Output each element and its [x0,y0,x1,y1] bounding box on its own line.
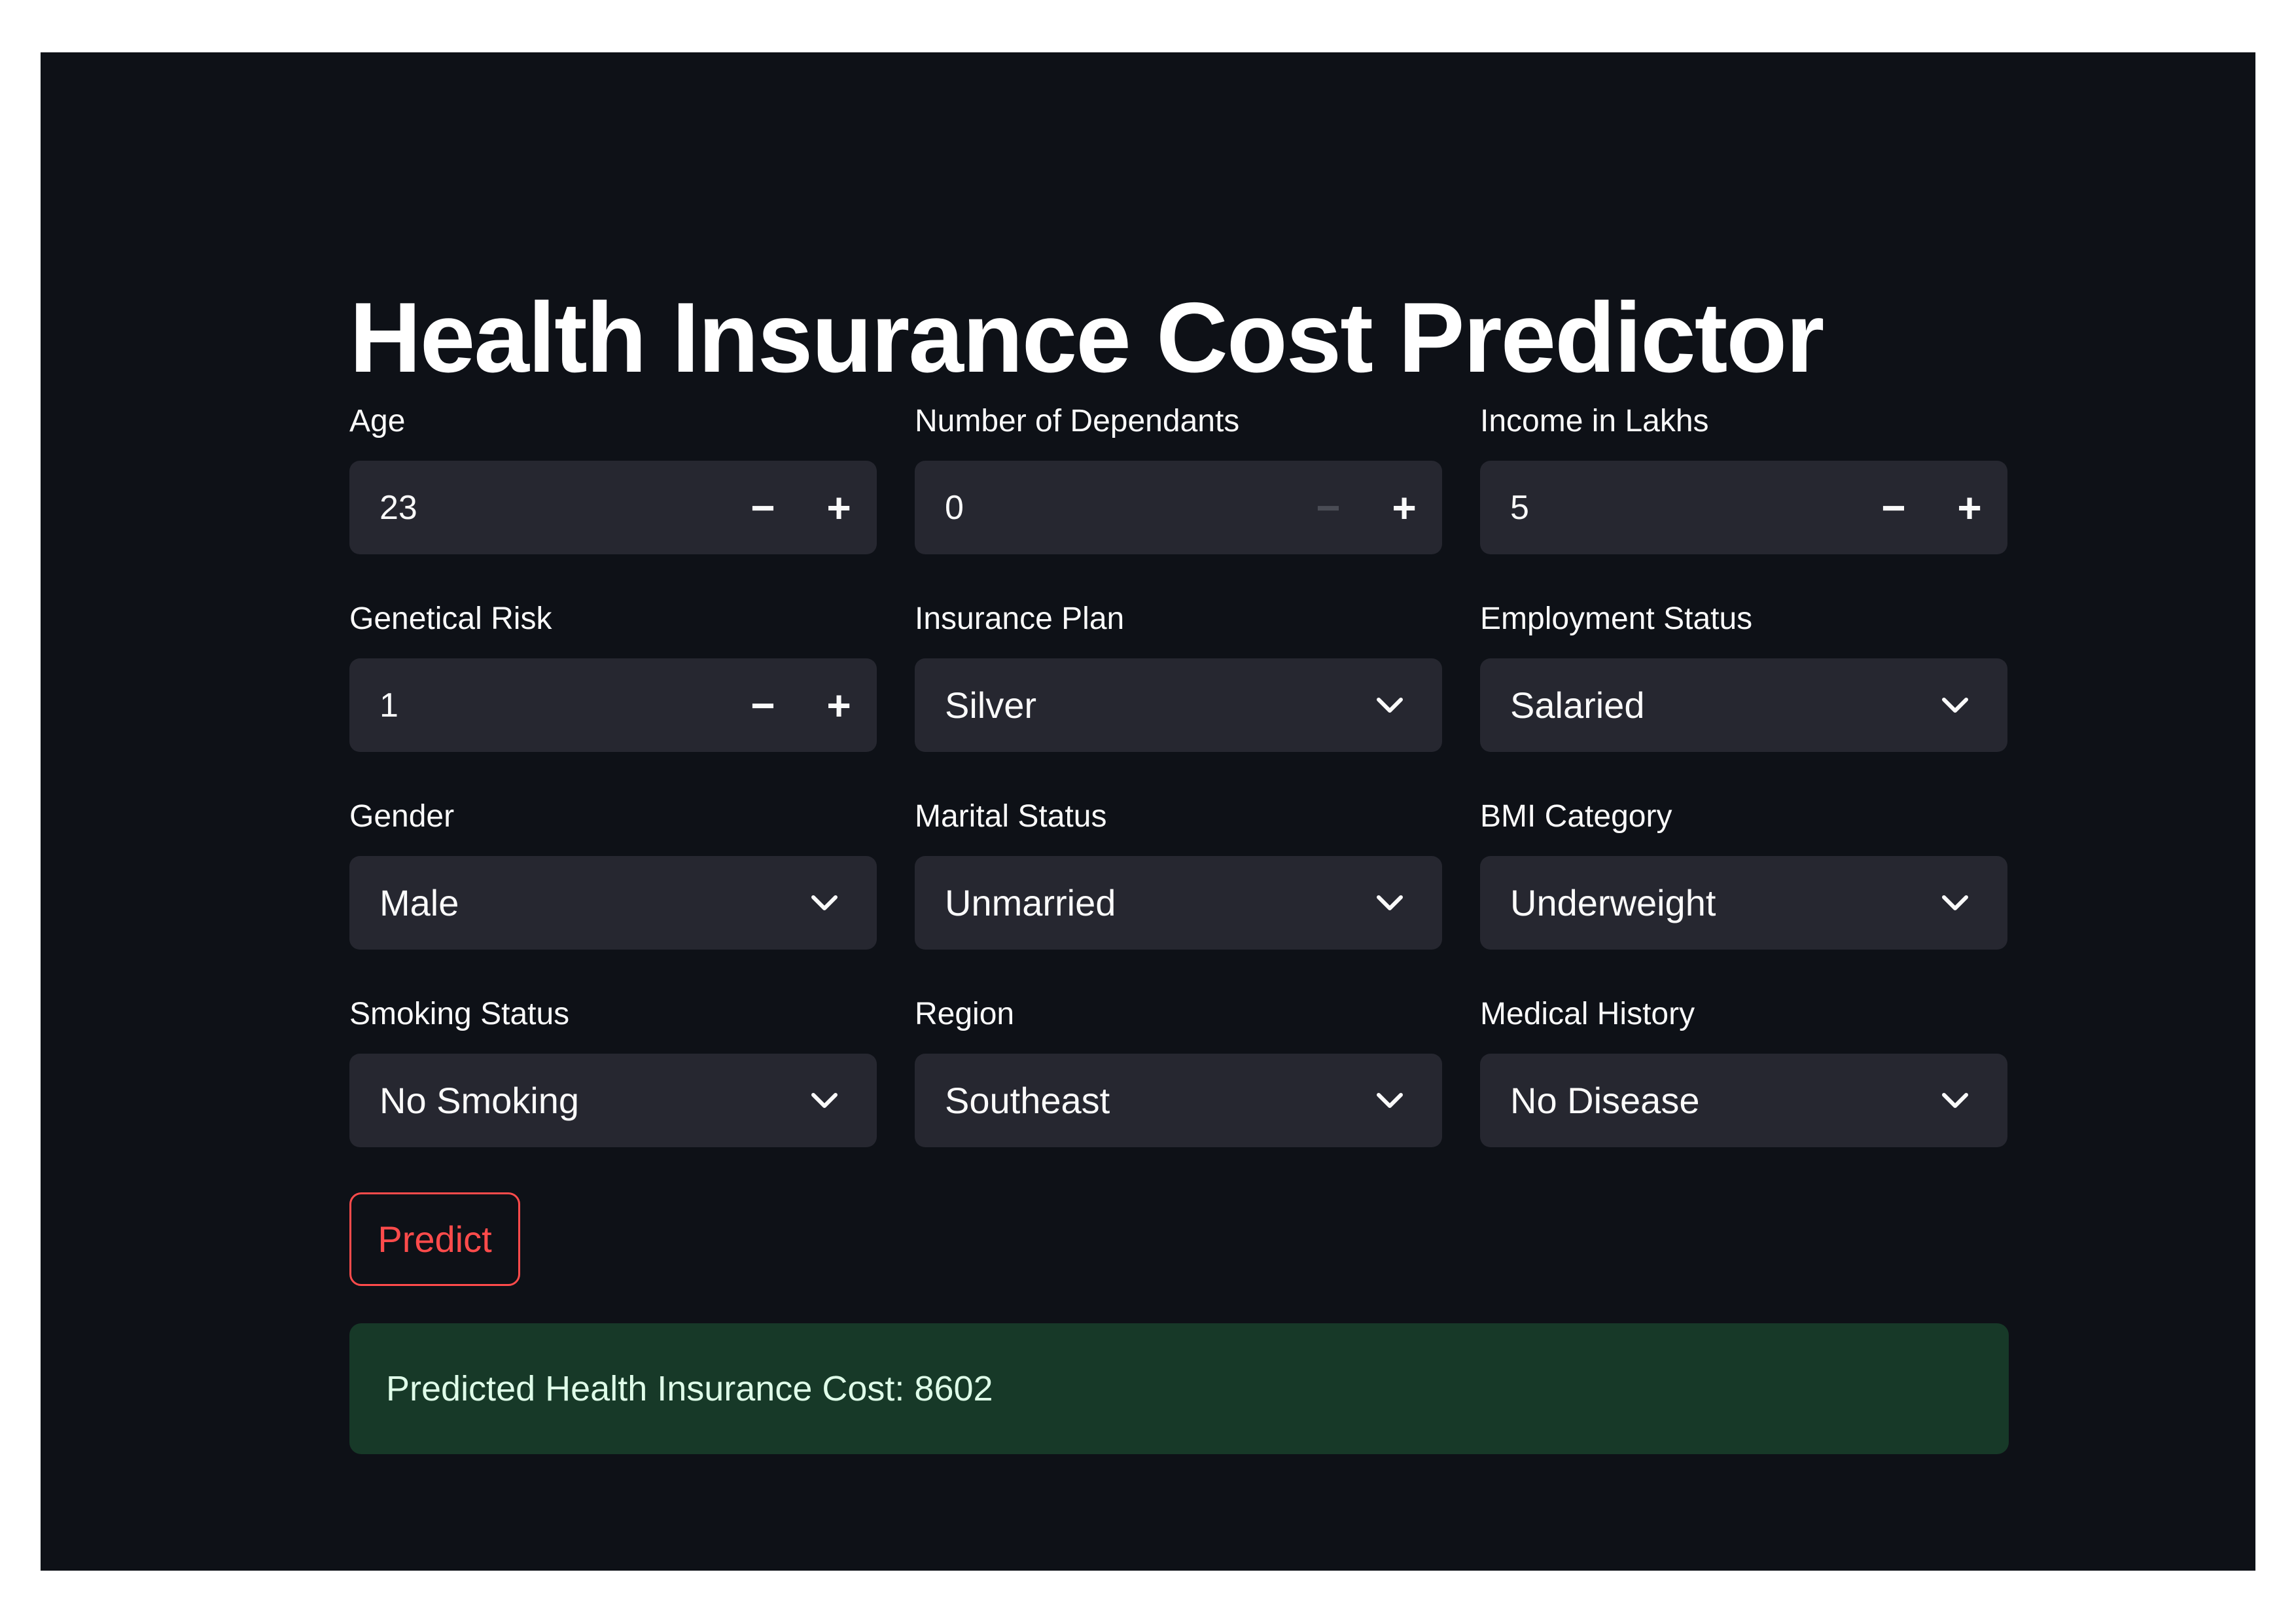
medical-history-select[interactable]: No Disease [1480,1054,2007,1147]
age-value[interactable]: 23 [380,488,725,527]
chevron-down-icon[interactable] [1357,856,1422,950]
genetical-risk-increment-button[interactable]: + [801,658,877,752]
dependants-value[interactable]: 0 [945,488,1290,527]
genetical-risk-value[interactable]: 1 [380,686,725,725]
page-title: Health Insurance Cost Predictor [349,282,1824,393]
bmi-category-select[interactable]: Underweight [1480,856,2007,950]
gender-label: Gender [349,799,455,834]
chevron-down-icon[interactable] [1922,1054,1988,1147]
bmi-category-value[interactable]: Underweight [1510,882,1922,924]
income-field: Income in Lakhs 5 − + [1480,402,2007,554]
predict-button[interactable]: Predict [349,1192,520,1286]
chevron-down-icon[interactable] [792,1054,857,1147]
genetical-risk-decrement-button[interactable]: − [725,658,801,752]
age-input[interactable]: 23 − + [349,461,877,554]
income-increment-button[interactable]: + [1932,461,2007,554]
age-increment-button[interactable]: + [801,461,877,554]
result-text: Predicted Health Insurance Cost: 8602 [386,1369,993,1408]
app-container: Health Insurance Cost Predictor Age 23 −… [41,52,2255,1571]
age-decrement-button[interactable]: − [725,461,801,554]
insurance-plan-field: Insurance Plan Silver [915,599,1442,752]
result-alert: Predicted Health Insurance Cost: 8602 [349,1323,2009,1454]
medical-history-label: Medical History [1480,997,1695,1031]
age-label: Age [349,404,406,438]
insurance-plan-label: Insurance Plan [915,601,1125,636]
chevron-down-icon[interactable] [1922,856,1988,950]
chevron-down-icon[interactable] [1922,658,1988,752]
dependants-label: Number of Dependants [915,404,1240,438]
medical-history-value[interactable]: No Disease [1510,1079,1922,1122]
income-label: Income in Lakhs [1480,404,1709,438]
income-decrement-button[interactable]: − [1856,461,1932,554]
dependants-input[interactable]: 0 − + [915,461,1442,554]
dependants-field: Number of Dependants 0 − + [915,402,1442,554]
income-value[interactable]: 5 [1510,488,1856,527]
employment-status-value[interactable]: Salaried [1510,684,1922,726]
smoking-status-label: Smoking Status [349,997,570,1031]
marital-status-label: Marital Status [915,799,1107,834]
genetical-risk-field: Genetical Risk 1 − + [349,599,877,752]
region-select[interactable]: Southeast [915,1054,1442,1147]
bmi-category-field: BMI Category Underweight [1480,797,2007,950]
smoking-status-select[interactable]: No Smoking [349,1054,877,1147]
gender-value[interactable]: Male [380,882,792,924]
genetical-risk-input[interactable]: 1 − + [349,658,877,752]
gender-field: Gender Male [349,797,877,950]
income-input[interactable]: 5 − + [1480,461,2007,554]
chevron-down-icon[interactable] [1357,1054,1422,1147]
smoking-status-value[interactable]: No Smoking [380,1079,792,1122]
genetical-risk-label: Genetical Risk [349,601,552,636]
region-label: Region [915,997,1015,1031]
age-field: Age 23 − + [349,402,877,554]
employment-status-select[interactable]: Salaried [1480,658,2007,752]
insurance-plan-select[interactable]: Silver [915,658,1442,752]
marital-status-select[interactable]: Unmarried [915,856,1442,950]
employment-status-label: Employment Status [1480,601,1753,636]
dependants-increment-button[interactable]: + [1366,461,1442,554]
gender-select[interactable]: Male [349,856,877,950]
smoking-status-field: Smoking Status No Smoking [349,995,877,1147]
marital-status-field: Marital Status Unmarried [915,797,1442,950]
dependants-decrement-button[interactable]: − [1290,461,1366,554]
insurance-plan-value[interactable]: Silver [945,684,1357,726]
marital-status-value[interactable]: Unmarried [945,882,1357,924]
medical-history-field: Medical History No Disease [1480,995,2007,1147]
region-value[interactable]: Southeast [945,1079,1357,1122]
region-field: Region Southeast [915,995,1442,1147]
employment-status-field: Employment Status Salaried [1480,599,2007,752]
bmi-category-label: BMI Category [1480,799,1672,834]
chevron-down-icon[interactable] [1357,658,1422,752]
chevron-down-icon[interactable] [792,856,857,950]
